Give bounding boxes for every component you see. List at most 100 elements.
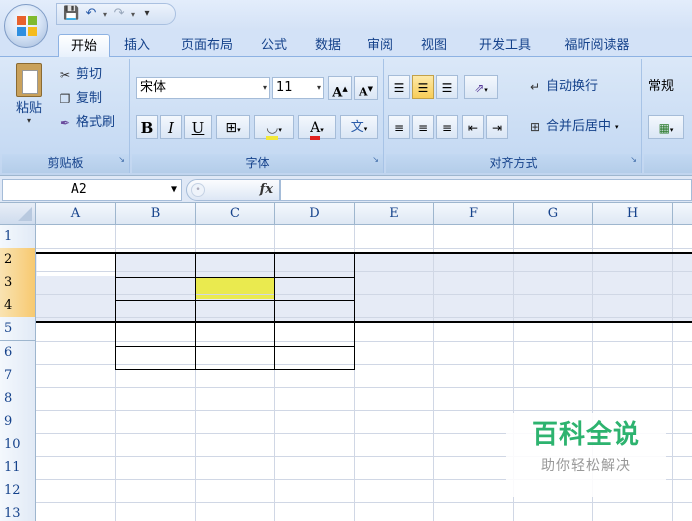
office-button[interactable] bbox=[4, 4, 48, 48]
tab-foxit-reader[interactable]: 福昕阅读器 bbox=[556, 34, 638, 57]
align-right-button[interactable]: ≡ bbox=[436, 115, 458, 139]
column-header-d[interactable]: D bbox=[275, 203, 355, 225]
row-gridline bbox=[36, 294, 692, 296]
column-header-b[interactable]: B bbox=[116, 203, 196, 225]
redo-dropdown-icon[interactable]: ▾ bbox=[131, 10, 135, 19]
clipboard-group: 粘贴 ▾ ✂ 剪切 ❐ 复制 ✒ 格式刷 剪贴板 ↘ bbox=[2, 59, 130, 173]
font-name-combo[interactable]: 宋体 ▾ bbox=[136, 77, 270, 99]
tab-home[interactable]: 开始 bbox=[58, 34, 110, 57]
font-group: 宋体 ▾ 11 ▾ A▲ A▼ B I U ⊞▾ ◡▾ A▾ 文▾ 字体 ↘ bbox=[132, 59, 384, 173]
tab-review[interactable]: 审阅 bbox=[362, 34, 398, 57]
number-format-combo[interactable]: 常规 bbox=[648, 77, 674, 97]
ribbon: 粘贴 ▾ ✂ 剪切 ❐ 复制 ✒ 格式刷 剪贴板 ↘ 宋体 ▾ 11 ▾ A▲ bbox=[0, 57, 692, 175]
insert-function-button[interactable]: fx bbox=[260, 180, 273, 200]
merge-center-button[interactable]: ⊞ 合并后居中 ▾ bbox=[528, 117, 619, 137]
row-header-5[interactable]: 5 bbox=[0, 317, 36, 342]
orientation-button[interactable]: ⇗▾ bbox=[464, 75, 498, 99]
row-header-2[interactable]: 2 bbox=[0, 248, 36, 273]
align-center-button[interactable]: ≡ bbox=[412, 115, 434, 139]
align-top-button[interactable]: ☰ bbox=[388, 75, 410, 99]
wrap-text-button[interactable]: ↵ 自动换行 bbox=[528, 77, 598, 97]
format-painter-icon: ✒ bbox=[59, 116, 71, 130]
borders-button[interactable]: ⊞▾ bbox=[216, 115, 250, 139]
align-bottom-button[interactable]: ☰ bbox=[436, 75, 458, 99]
alignment-label-text: 对齐方式 bbox=[489, 156, 538, 170]
row-header-6[interactable]: 6 bbox=[0, 340, 36, 365]
column-header-next[interactable] bbox=[673, 203, 692, 225]
paste-button[interactable]: 粘贴 ▾ bbox=[8, 63, 50, 151]
cancel-entry-icon[interactable]: • bbox=[191, 183, 205, 197]
formula-input[interactable] bbox=[280, 179, 692, 201]
column-header-f[interactable]: F bbox=[434, 203, 514, 225]
tab-page-layout[interactable]: 页面布局 bbox=[172, 34, 242, 57]
highlighted-cell[interactable] bbox=[196, 277, 274, 299]
alignment-launcher-icon[interactable]: ↘ bbox=[630, 150, 637, 169]
align-center-icon: ≡ bbox=[417, 121, 429, 135]
font-color-button[interactable]: A▾ bbox=[298, 115, 336, 140]
align-middle-button[interactable]: ☰ bbox=[412, 75, 434, 99]
row-header-9[interactable]: 9 bbox=[0, 409, 36, 434]
tab-developer[interactable]: 开发工具 bbox=[472, 34, 538, 57]
font-size-combo[interactable]: 11 ▾ bbox=[272, 77, 324, 99]
save-icon[interactable]: 💾 bbox=[63, 6, 79, 22]
cell-border-vertical bbox=[274, 253, 275, 370]
redo-icon[interactable]: ↷ bbox=[111, 6, 127, 22]
column-header-h[interactable]: H bbox=[593, 203, 673, 225]
column-header-a[interactable]: A bbox=[36, 203, 116, 225]
align-left-icon: ≡ bbox=[393, 121, 405, 135]
align-left-button[interactable]: ≡ bbox=[388, 115, 410, 139]
font-size-dropdown-icon: ▾ bbox=[316, 83, 321, 92]
accounting-icon: ▦ bbox=[658, 121, 670, 135]
font-group-label: 字体 ↘ bbox=[132, 154, 383, 173]
cell-border-vertical bbox=[195, 253, 196, 370]
row-gridline bbox=[36, 317, 692, 319]
phonetic-button[interactable]: 文▾ bbox=[340, 115, 378, 139]
tab-formulas[interactable]: 公式 bbox=[256, 34, 292, 57]
row-header-11[interactable]: 11 bbox=[0, 456, 36, 480]
increase-indent-button[interactable]: ⇥ bbox=[486, 115, 508, 139]
font-launcher-icon[interactable]: ↘ bbox=[372, 150, 379, 169]
selected-rows-band bbox=[36, 254, 692, 323]
accounting-format-button[interactable]: ▦▾ bbox=[648, 115, 684, 139]
undo-dropdown-icon[interactable]: ▾ bbox=[103, 10, 107, 19]
row-header-7[interactable]: 7 bbox=[0, 363, 36, 388]
format-painter-button[interactable]: ✒ 格式刷 bbox=[58, 113, 115, 133]
tab-insert[interactable]: 插入 bbox=[118, 34, 156, 57]
fill-color-button[interactable]: ◡▾ bbox=[254, 115, 294, 140]
fill-color-icon: ◡ bbox=[266, 120, 279, 140]
column-header-e[interactable]: E bbox=[355, 203, 434, 225]
decrease-indent-icon: ⇤ bbox=[467, 121, 479, 135]
italic-button[interactable]: I bbox=[160, 115, 182, 139]
grow-font-button[interactable]: A▲ bbox=[328, 76, 352, 100]
shrink-font-button[interactable]: A▼ bbox=[354, 76, 378, 100]
copy-button[interactable]: ❐ 复制 bbox=[58, 89, 102, 109]
tab-view[interactable]: 视图 bbox=[416, 34, 452, 57]
cell-border-horizontal bbox=[115, 253, 355, 254]
bold-button[interactable]: B bbox=[136, 115, 158, 139]
name-box-dropdown-icon[interactable]: ▼ bbox=[171, 180, 177, 200]
decrease-indent-button[interactable]: ⇤ bbox=[462, 115, 484, 139]
clipboard-launcher-icon[interactable]: ↘ bbox=[118, 150, 125, 169]
cut-button[interactable]: ✂ 剪切 bbox=[58, 65, 102, 85]
column-header-g[interactable]: G bbox=[514, 203, 593, 225]
select-all-corner[interactable] bbox=[0, 203, 36, 225]
ribbon-tabs: 开始 插入 页面布局 公式 数据 审阅 视图 开发工具 福昕阅读器 bbox=[0, 30, 692, 57]
row-gridline bbox=[36, 340, 692, 342]
row-header-8[interactable]: 8 bbox=[0, 386, 36, 411]
row-header-1[interactable]: 1 bbox=[0, 225, 36, 249]
row-header-10[interactable]: 10 bbox=[0, 432, 36, 457]
underline-button[interactable]: U bbox=[184, 115, 212, 139]
row-header-13[interactable]: 13 bbox=[0, 502, 36, 521]
name-box[interactable]: A2 ▼ bbox=[2, 179, 182, 201]
cell-border-horizontal bbox=[115, 369, 355, 370]
title-bar: 💾 ↶ ▾ ↷ ▾ ▾ bbox=[0, 0, 692, 30]
row-header-3[interactable]: 3 bbox=[0, 271, 36, 296]
active-cell[interactable] bbox=[37, 254, 115, 276]
row-header-12[interactable]: 12 bbox=[0, 479, 36, 504]
row-header-4[interactable]: 4 bbox=[0, 294, 36, 319]
customize-icon[interactable]: ▾ bbox=[139, 6, 155, 22]
copy-icon: ❐ bbox=[59, 92, 71, 106]
column-header-c[interactable]: C bbox=[196, 203, 275, 225]
undo-icon[interactable]: ↶ bbox=[83, 6, 99, 22]
tab-data[interactable]: 数据 bbox=[310, 34, 346, 57]
